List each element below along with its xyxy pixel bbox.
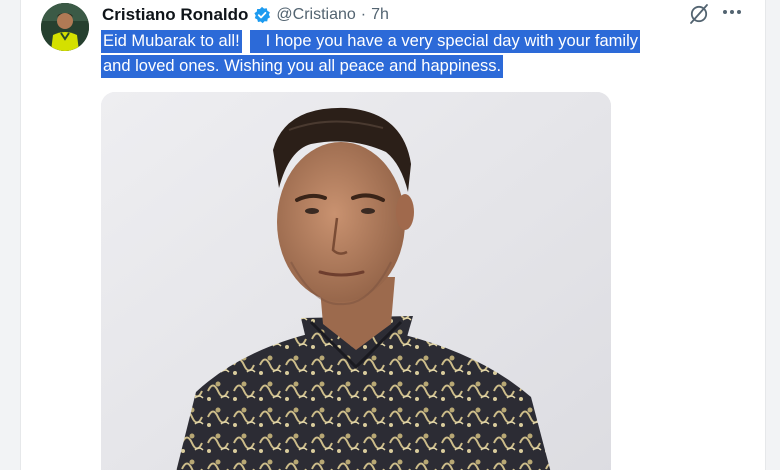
author-display-name[interactable]: Cristiano Ronaldo <box>102 5 248 25</box>
tweet-text-segment: I hope you have a very special day with … <box>249 30 641 53</box>
tweet-text-segment: Eid Mubarak to all! <box>101 30 242 53</box>
more-options-icon[interactable] <box>721 1 743 23</box>
separator-dot: · <box>360 6 367 23</box>
author-avatar[interactable] <box>41 3 89 51</box>
tweet-text-segment: and loved ones. Wishing you all peace an… <box>101 55 504 78</box>
tweet-timestamp[interactable]: 7h <box>371 6 389 24</box>
tweet-media-photo[interactable] <box>101 92 611 470</box>
tweet-card[interactable]: Cristiano Ronaldo @Cristiano · 7h Eid Mu… <box>20 0 766 470</box>
photo-portrait <box>101 92 611 470</box>
avatar-photo-icon <box>41 3 89 51</box>
grok-icon[interactable] <box>689 3 709 25</box>
author-handle[interactable]: @Cristiano <box>276 6 355 24</box>
verified-badge-icon <box>254 6 271 24</box>
tweet-text-line-2: and loved ones. Wishing you all peace an… <box>101 55 504 78</box>
tweet-header: Cristiano Ronaldo @Cristiano · 7h <box>102 4 389 26</box>
tweet-text-line-1: Eid Mubarak to all! I hope you have a ver… <box>101 30 641 53</box>
